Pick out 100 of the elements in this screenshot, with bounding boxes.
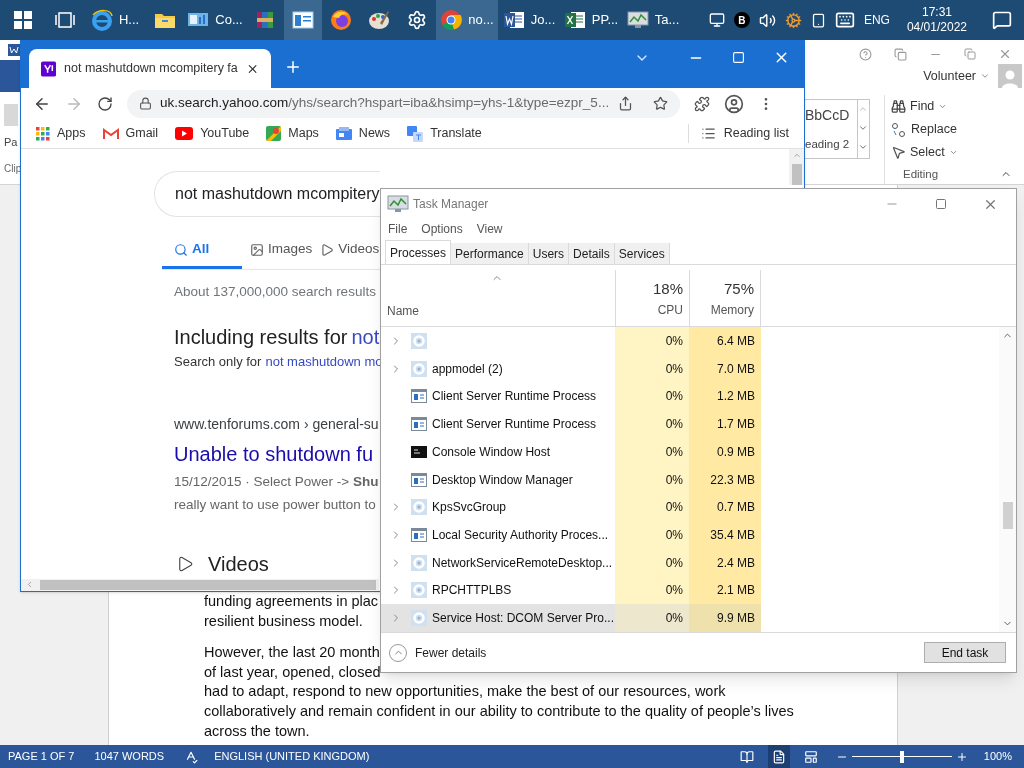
proofing-icon[interactable]: [184, 749, 199, 764]
taskbar-button[interactable]: H...: [84, 0, 146, 40]
process-row[interactable]: Console Window Host 0% 0.9 MB: [381, 437, 761, 466]
tab[interactable]: Users: [528, 243, 570, 264]
notifications-icon[interactable]: [992, 10, 1012, 30]
keyboard-icon[interactable]: [834, 10, 855, 30]
zoom-level[interactable]: 100%: [983, 748, 1012, 765]
process-row[interactable]: Client Server Runtime Process 0% 1.7 MB: [381, 410, 761, 438]
tab[interactable]: Services: [614, 243, 670, 264]
window-icon: [411, 389, 427, 404]
scrollbar-thumb[interactable]: [40, 579, 376, 590]
process-name: Client Server Runtime Process: [432, 416, 597, 434]
clock[interactable]: 17:31 04/01/2022: [898, 5, 975, 35]
window-icon: [411, 528, 427, 542]
bookmark[interactable]: News: [335, 124, 391, 143]
volume-icon[interactable]: [758, 11, 776, 29]
ribbon-button[interactable]: Select: [891, 141, 974, 164]
reload-icon[interactable]: [97, 95, 113, 112]
ribbon-button[interactable]: Find: [891, 95, 974, 118]
extensions-icon[interactable]: [694, 95, 710, 112]
process-row[interactable]: Local Security Authority Proces... 0% 35.4 MB: [381, 521, 761, 549]
bookmark[interactable]: Maps: [266, 124, 319, 143]
print-layout-button[interactable]: [767, 745, 790, 768]
scroll-down-icon[interactable]: [858, 123, 868, 133]
search-tab[interactable]: All: [162, 233, 242, 269]
tab[interactable]: Performance: [451, 243, 529, 264]
process-row[interactable]: Desktop Window Manager 0% 22.3 MB: [381, 465, 761, 494]
taskbar-button[interactable]: Co...: [184, 0, 246, 40]
taskbar-button[interactable]: Ta...: [622, 0, 684, 40]
help-icon[interactable]: [859, 47, 872, 61]
process-row[interactable]: NetworkServiceRemoteDesktop... 0% 2.4 MB: [381, 548, 761, 577]
fewer-details-button[interactable]: Fewer details: [389, 643, 487, 662]
menu-item[interactable]: Options: [421, 220, 463, 238]
share-icon[interactable]: [618, 96, 633, 111]
bookmark[interactable]: YouTube: [175, 124, 250, 143]
menu-item[interactable]: File: [388, 220, 408, 238]
search-tab[interactable]: Images: [242, 233, 313, 269]
maximize-icon[interactable]: [935, 198, 947, 210]
gear-icon[interactable]: [784, 11, 802, 29]
app-badge[interactable]: B: [733, 12, 750, 28]
process-row[interactable]: Service Host: DCOM Server Pro... 0% 9.9 MB: [381, 604, 761, 633]
result-breadcrumb: www.tenforums.com › general-su: [174, 414, 379, 434]
scrollbar-thumb[interactable]: [1002, 502, 1013, 529]
ribbon-button[interactable]: Replace: [891, 118, 974, 141]
process-row[interactable]: Client Server Runtime Process 0% 1.2 MB: [381, 382, 761, 411]
end-task-button[interactable]: End task: [924, 642, 1006, 663]
process-row[interactable]: RPCHTTPLBS 0% 2.1 MB: [381, 576, 761, 605]
close-icon[interactable]: [998, 47, 1012, 61]
taskbar-button[interactable]: [284, 0, 322, 40]
profile-icon[interactable]: [724, 93, 744, 114]
taskbar-button[interactable]: PP...: [560, 0, 622, 40]
gear-icon: [411, 610, 427, 627]
search-tab[interactable]: Videos: [312, 233, 380, 269]
taskbar-button[interactable]: Jo...: [498, 0, 560, 40]
user-account[interactable]: Volunteer: [923, 66, 990, 86]
scrollbar-thumb[interactable]: [791, 163, 802, 185]
language-indicator[interactable]: ENG: [863, 11, 890, 29]
ribbon-label: Pa: [4, 135, 19, 150]
bookmark[interactable]: Apps: [36, 124, 86, 143]
map-pin-icon: [266, 126, 282, 141]
process-row[interactable]: KpsSvcGroup 0% 0.7 MB: [381, 493, 761, 522]
new-tab-icon[interactable]: [284, 58, 302, 76]
address-bar[interactable]: uk.search.yahoo.com/yhs/search?hspart=iba&hsimp=yhs-1&type=ezpr_5...: [127, 89, 680, 118]
browser-tab[interactable]: not mashutdown mcompitery fa: [29, 49, 271, 88]
ribbon-display-icon[interactable]: [894, 47, 907, 61]
tab[interactable]: Processes: [385, 240, 452, 264]
process-row[interactable]: appmodel (2) 0% 7.0 MB: [381, 354, 761, 383]
tablet-icon[interactable]: [810, 12, 826, 28]
window-title: Task Manager: [413, 196, 489, 213]
column-header[interactable]: 18% CPU: [615, 270, 689, 326]
text-line: of last year, opened, closed: [204, 662, 381, 682]
play-icon: [176, 554, 194, 573]
menu-item[interactable]: View: [476, 220, 503, 238]
process-row[interactable]: 0% 6.4 MB: [381, 327, 761, 355]
correction-link[interactable]: not: [351, 322, 380, 353]
page-count[interactable]: PAGE 1 OF 7: [8, 748, 75, 765]
bookmark[interactable]: Translate: [407, 124, 482, 143]
network-icon[interactable]: [708, 12, 725, 28]
column-header[interactable]: 75% Memory: [689, 270, 761, 326]
memory-value: 2.1 MB: [717, 582, 755, 600]
read-mode-icon[interactable]: [739, 749, 754, 764]
result-title-link[interactable]: Unable to shutdown fu: [174, 438, 374, 469]
bookmark[interactable]: Gmail: [102, 124, 159, 143]
language-status[interactable]: ENGLISH (UNITED KINGDOM): [214, 748, 370, 765]
process-name: Service Host: DCOM Server Pro...: [432, 610, 615, 628]
tab[interactable]: Details: [569, 243, 615, 264]
column-header[interactable]: Name: [387, 302, 419, 320]
word-count[interactable]: 1047 WORDS: [94, 748, 165, 765]
bookmark-star-icon[interactable]: [653, 96, 668, 111]
folder-icon: [154, 11, 176, 29]
text-line: collaboratively and remain confident in our ability to contribute to the quality of people’s lives: [204, 701, 794, 721]
windows-logo-icon: [14, 11, 32, 29]
more-styles-icon[interactable]: [858, 142, 868, 152]
web-layout-icon[interactable]: [803, 749, 818, 764]
section-heading: Videos: [208, 551, 269, 577]
zoom-thumb[interactable]: [899, 750, 904, 763]
zoom-in-icon[interactable]: [955, 750, 968, 763]
taskbar-button[interactable]: no...: [436, 0, 498, 40]
zoom-slider[interactable]: [851, 750, 952, 763]
reading-list-button[interactable]: Reading list: [687, 124, 789, 143]
